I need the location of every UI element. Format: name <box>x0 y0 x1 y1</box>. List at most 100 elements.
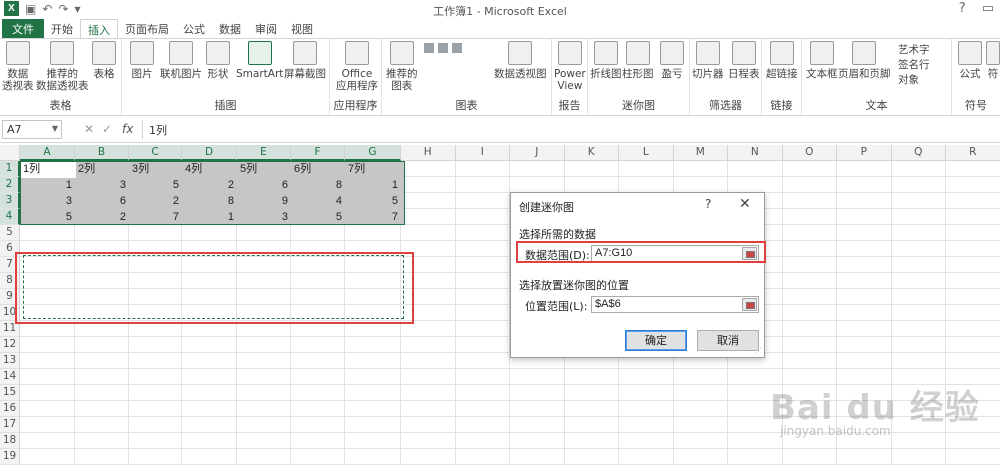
resize-grip-icon[interactable]: ⋰ <box>754 346 762 355</box>
signature-line-button[interactable]: 签名行 <box>898 58 930 73</box>
chevron-down-icon[interactable]: ▼ <box>52 124 58 133</box>
column-header[interactable]: I <box>455 145 510 161</box>
wordart-button[interactable]: 艺术字 <box>898 43 930 58</box>
cell[interactable]: 1列 <box>20 161 75 177</box>
column-header[interactable]: C <box>129 145 182 161</box>
ribbon-display-icon[interactable]: ▭ <box>982 1 994 16</box>
sparkline-line-button[interactable]: 折线图 <box>590 41 622 80</box>
column-header[interactable]: O <box>782 145 837 161</box>
recommended-pivottable-button[interactable]: 推荐的 数据透视表 <box>36 41 89 92</box>
hyperlink-button[interactable]: 超链接 <box>766 41 798 80</box>
tab-formulas[interactable]: 公式 <box>176 19 212 38</box>
tab-data[interactable]: 数据 <box>212 19 248 38</box>
hierarchy-chart-icon[interactable] <box>438 43 448 53</box>
cell[interactable]: 5 <box>129 177 182 193</box>
column-header[interactable]: D <box>182 145 237 161</box>
location-range-input[interactable]: $A$6 <box>591 296 759 313</box>
cell[interactable]: 3 <box>75 177 129 193</box>
sparkline-column-button[interactable]: 柱形图 <box>622 41 654 80</box>
tab-review[interactable]: 审阅 <box>248 19 284 38</box>
recommended-charts-button[interactable]: 推荐的 图表 <box>386 41 418 92</box>
column-header[interactable]: B <box>75 145 129 161</box>
cell[interactable]: 1 <box>182 209 237 225</box>
column-header[interactable]: P <box>837 145 892 161</box>
column-header[interactable]: H <box>401 145 456 161</box>
scatter-chart-icon[interactable] <box>452 43 462 53</box>
table-button[interactable]: 表格 <box>92 41 116 80</box>
power-view-button[interactable]: Power View <box>554 41 586 92</box>
tab-view[interactable]: 视图 <box>284 19 320 38</box>
cell[interactable]: 5 <box>291 209 345 225</box>
cell[interactable]: 4列 <box>182 161 237 177</box>
row-header[interactable]: 13 <box>0 353 20 369</box>
office-apps-button[interactable]: Office 应用程序 <box>336 41 378 92</box>
object-button[interactable]: 对象 <box>898 73 919 88</box>
cell[interactable]: 7 <box>345 209 401 225</box>
cell[interactable]: 2 <box>75 209 129 225</box>
row-header[interactable]: 12 <box>0 337 20 353</box>
cell[interactable]: 9 <box>237 193 291 209</box>
equation-button[interactable]: 公式 <box>958 41 982 80</box>
enter-icon[interactable]: ✓ <box>102 122 112 136</box>
cell[interactable]: 5列 <box>237 161 291 177</box>
sparkline-winloss-button[interactable]: 盈亏 <box>660 41 684 80</box>
cell[interactable]: 5 <box>20 209 75 225</box>
row-header[interactable]: 16 <box>0 401 20 417</box>
textbox-button[interactable]: 文本框 <box>806 41 838 80</box>
cell[interactable]: 8 <box>291 177 345 193</box>
name-box[interactable]: A7 ▼ <box>2 120 62 139</box>
row-header[interactable]: 15 <box>0 385 20 401</box>
cell[interactable]: 8 <box>182 193 237 209</box>
column-header[interactable]: J <box>510 145 565 161</box>
column-header[interactable]: E <box>237 145 291 161</box>
screenshot-button[interactable]: 屏幕截图 <box>284 41 326 80</box>
cell[interactable]: 2列 <box>75 161 129 177</box>
column-header[interactable]: L <box>619 145 674 161</box>
column-header[interactable]: M <box>673 145 728 161</box>
timeline-button[interactable]: 日程表 <box>728 41 760 80</box>
column-header[interactable]: R <box>946 145 1000 161</box>
select-all-corner[interactable] <box>0 145 20 161</box>
tab-insert[interactable]: 插入 <box>80 19 118 38</box>
range-picker-icon[interactable] <box>742 298 757 311</box>
column-header[interactable]: Q <box>891 145 946 161</box>
cell[interactable]: 3 <box>20 193 75 209</box>
symbol-button[interactable]: 符 <box>986 41 1000 80</box>
tab-file[interactable]: 文件 <box>2 19 44 38</box>
column-header[interactable]: N <box>728 145 783 161</box>
row-header[interactable]: 5 <box>0 225 20 241</box>
help-icon[interactable]: ? <box>705 197 711 211</box>
smartart-button[interactable]: SmartArt <box>236 41 283 80</box>
column-chart-icon[interactable] <box>424 43 434 53</box>
column-header[interactable]: K <box>564 145 619 161</box>
shapes-button[interactable]: 形状 <box>206 41 230 80</box>
column-header[interactable]: G <box>345 145 401 161</box>
ok-button[interactable]: 确定 <box>625 330 687 351</box>
pivotchart-button[interactable]: 数据透视图 <box>494 41 547 80</box>
cell[interactable]: 7 <box>129 209 182 225</box>
cell[interactable]: 1 <box>20 177 75 193</box>
column-header[interactable]: F <box>291 145 345 161</box>
slicer-button[interactable]: 切片器 <box>692 41 724 80</box>
row-header[interactable]: 18 <box>0 433 20 449</box>
cell[interactable]: 3 <box>237 209 291 225</box>
help-icon[interactable]: ? <box>959 1 966 16</box>
cell[interactable]: 5 <box>345 193 401 209</box>
row-header[interactable]: 1 <box>0 161 20 177</box>
cancel-button[interactable]: 取消 <box>697 330 759 351</box>
row-header[interactable]: 2 <box>0 177 20 193</box>
row-header[interactable]: 17 <box>0 417 20 433</box>
tab-page-layout[interactable]: 页面布局 <box>118 19 176 38</box>
online-pictures-button[interactable]: 联机图片 <box>160 41 202 80</box>
cell[interactable]: 6 <box>237 177 291 193</box>
cancel-icon[interactable]: ✕ <box>84 122 94 136</box>
row-header[interactable]: 19 <box>0 449 20 465</box>
row-header[interactable]: 4 <box>0 209 20 225</box>
cell[interactable]: 1 <box>345 177 401 193</box>
row-header[interactable]: 14 <box>0 369 20 385</box>
cell[interactable]: 3列 <box>129 161 182 177</box>
cell[interactable]: 6列 <box>291 161 345 177</box>
insert-function-icon[interactable]: fx <box>122 122 133 136</box>
cell[interactable]: 4 <box>291 193 345 209</box>
row-header[interactable]: 3 <box>0 193 20 209</box>
